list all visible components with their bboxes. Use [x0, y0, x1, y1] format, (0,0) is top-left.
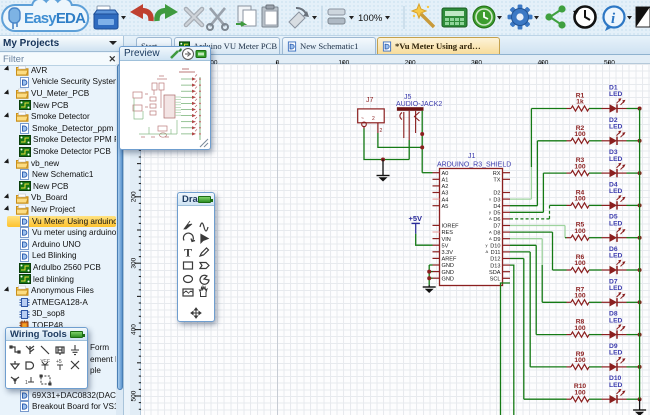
svg-text:+5: +5 [56, 359, 62, 365]
svg-text:LED: LED [609, 350, 623, 357]
svg-text:200: 200 [131, 191, 138, 202]
svg-text:5V: 5V [442, 243, 449, 249]
svg-text:D2: D2 [493, 191, 500, 197]
svg-text:100: 100 [574, 163, 585, 170]
svg-text:A: A [489, 216, 492, 221]
svg-text:LED: LED [609, 253, 623, 260]
svg-text:100: 100 [574, 196, 585, 203]
svg-text:LED: LED [609, 124, 623, 131]
svg-text:100%: 100% [358, 13, 383, 24]
svg-text:D6: D6 [493, 217, 500, 223]
svg-text:LED: LED [609, 188, 623, 195]
svg-text:D13: D13 [490, 263, 500, 269]
svg-text:J1: J1 [468, 153, 476, 160]
svg-text:AREF: AREF [442, 257, 458, 263]
svg-text:D3: D3 [493, 197, 500, 203]
svg-text:LED: LED [609, 317, 623, 324]
svg-text:A0: A0 [442, 171, 449, 177]
svg-text:100: 100 [574, 357, 585, 364]
svg-text:D4: D4 [493, 204, 500, 210]
svg-text:D9: D9 [493, 237, 500, 243]
svg-text:RX: RX [493, 171, 501, 177]
svg-text:VIN: VIN [442, 237, 451, 243]
svg-text:LED: LED [609, 382, 623, 389]
svg-text:A2: A2 [442, 184, 449, 190]
svg-text:300: 300 [131, 257, 138, 268]
svg-text:LED: LED [609, 91, 623, 98]
svg-text:3.3V: 3.3V [442, 250, 454, 256]
svg-text:100: 100 [574, 131, 585, 138]
svg-text:A3: A3 [442, 191, 449, 197]
svg-text:GND: GND [442, 263, 454, 269]
svg-text:ARDUINO_R3_SHIELD: ARDUINO_R3_SHIELD [437, 162, 511, 169]
svg-text:100: 100 [574, 325, 585, 332]
svg-text:T: T [184, 246, 192, 260]
svg-text:D12: D12 [490, 257, 500, 263]
svg-text:D10: D10 [490, 244, 500, 250]
svg-text:100: 100 [574, 389, 585, 396]
svg-text:EasyEDA: EasyEDA [24, 10, 86, 27]
svg-text:2: 2 [372, 116, 375, 122]
svg-text:100: 100 [574, 260, 585, 267]
svg-text:A: A [489, 229, 492, 234]
svg-text:1: 1 [25, 380, 28, 386]
svg-text:500: 500 [131, 390, 138, 401]
svg-text:A: A [489, 236, 492, 241]
svg-text:LED: LED [609, 220, 623, 227]
svg-text:100: 100 [574, 293, 585, 300]
svg-text:D7: D7 [493, 224, 500, 230]
svg-text:VCC: VCC [41, 358, 51, 363]
svg-text:A: A [486, 249, 489, 254]
svg-text:TX: TX [493, 178, 500, 184]
svg-text:+5V: +5V [409, 214, 423, 223]
svg-text:100: 100 [574, 228, 585, 235]
svg-text:J7: J7 [366, 97, 374, 104]
svg-text:x: x [489, 196, 491, 201]
svg-text:A4: A4 [442, 197, 449, 203]
svg-text:y: y [489, 210, 491, 215]
svg-text:400: 400 [131, 324, 138, 335]
svg-text:y: y [486, 243, 488, 248]
svg-text:SCL: SCL [490, 277, 501, 283]
svg-text:RES: RES [442, 230, 454, 236]
svg-text:SDA: SDA [489, 270, 501, 276]
svg-text:LED: LED [609, 156, 623, 163]
svg-text:~: ~ [361, 116, 364, 122]
svg-text:2: 2 [380, 128, 383, 134]
svg-text:A1: A1 [442, 178, 449, 184]
svg-text:D8: D8 [493, 230, 500, 236]
svg-text:GND: GND [442, 270, 454, 276]
svg-text:IOREF: IOREF [442, 224, 460, 230]
svg-text:GND: GND [442, 276, 454, 282]
svg-text:A5: A5 [442, 204, 449, 210]
svg-text:1k: 1k [576, 99, 584, 106]
svg-text:D11: D11 [491, 250, 501, 256]
svg-text:LED: LED [609, 285, 623, 292]
svg-text:AUDIO-JACK2: AUDIO-JACK2 [396, 101, 442, 108]
svg-text:D5: D5 [493, 211, 500, 217]
svg-text:J5: J5 [404, 94, 412, 101]
